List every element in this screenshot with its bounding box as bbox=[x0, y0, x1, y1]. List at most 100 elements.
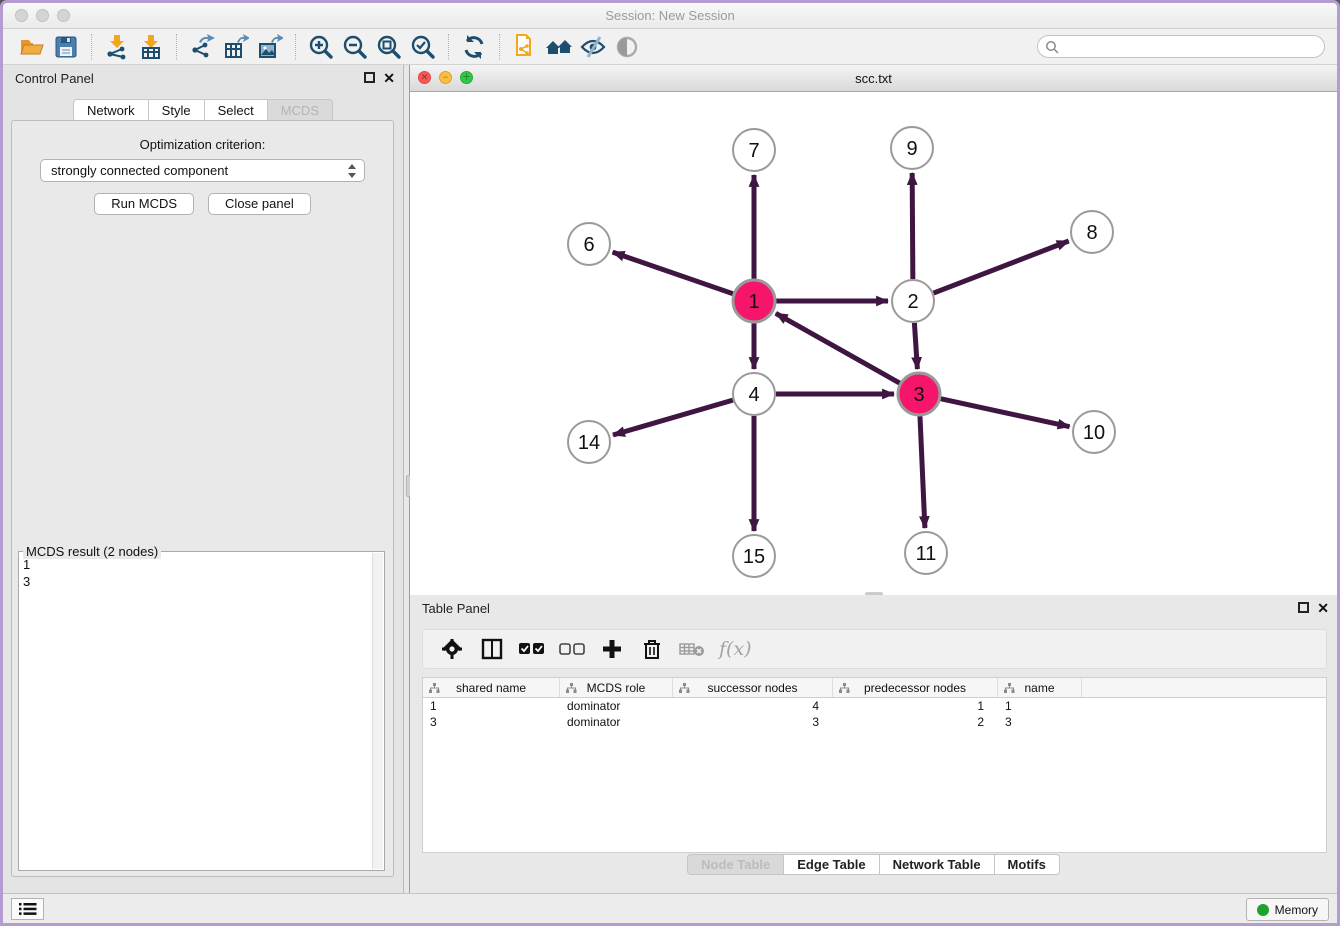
refresh-layout-icon[interactable] bbox=[457, 32, 491, 62]
show-hidden-icon[interactable] bbox=[610, 32, 644, 62]
network-window-title: scc.txt bbox=[410, 65, 1337, 91]
mcds-result-scrollbar[interactable] bbox=[372, 553, 383, 869]
zoom-fit-icon[interactable] bbox=[372, 32, 406, 62]
table-header-row: shared name MCDS role successor nodes prede… bbox=[423, 678, 1326, 698]
network-window-titlebar[interactable]: ✕ − ＋ scc.txt bbox=[410, 65, 1337, 92]
close-panel-icon[interactable]: ✕ bbox=[383, 72, 395, 84]
run-mcds-button[interactable]: Run MCDS bbox=[94, 193, 194, 215]
edge-3-1[interactable] bbox=[776, 313, 900, 383]
column-header-successor-nodes[interactable]: successor nodes bbox=[673, 678, 833, 697]
save-session-icon[interactable] bbox=[49, 32, 83, 62]
first-neighbors-icon[interactable] bbox=[542, 32, 576, 62]
delete-columns-icon[interactable] bbox=[639, 636, 665, 662]
node-label: 11 bbox=[916, 543, 937, 565]
edge-2-8[interactable] bbox=[934, 241, 1069, 293]
export-table-icon[interactable] bbox=[219, 32, 253, 62]
table-tab-edge-table[interactable]: Edge Table bbox=[784, 854, 879, 875]
memory-button[interactable]: Memory bbox=[1246, 898, 1329, 921]
column-header-predecessor-nodes[interactable]: predecessor nodes bbox=[833, 678, 998, 697]
show-column-panel-icon[interactable] bbox=[479, 636, 505, 662]
table-cell[interactable]: 1 bbox=[998, 698, 1082, 714]
task-history-button[interactable] bbox=[11, 898, 44, 920]
node-label: 14 bbox=[578, 432, 600, 454]
table-tab-motifs[interactable]: Motifs bbox=[995, 854, 1060, 875]
control-panel-tabs: NetworkStyleSelectMCDS bbox=[3, 99, 403, 122]
node-label: 10 bbox=[1083, 422, 1105, 444]
table-tab-node-table[interactable]: Node Table bbox=[687, 854, 784, 875]
column-sort-icon bbox=[839, 683, 850, 693]
close-panel-button[interactable]: Close panel bbox=[208, 193, 311, 215]
node-label: 6 bbox=[583, 234, 594, 256]
criterion-value: strongly connected component bbox=[51, 163, 228, 178]
search-input[interactable] bbox=[1059, 40, 1324, 54]
table-settings-icon[interactable] bbox=[439, 636, 465, 662]
export-network-icon[interactable] bbox=[185, 32, 219, 62]
column-header-label: MCDS role bbox=[587, 681, 646, 695]
zoom-out-icon[interactable] bbox=[338, 32, 372, 62]
mcds-result-line: 1 bbox=[23, 556, 371, 573]
table-row[interactable]: 1dominator411 bbox=[423, 698, 1326, 714]
table-cell[interactable]: 1 bbox=[423, 698, 560, 714]
table-body: 1dominator4113dominator323 bbox=[423, 698, 1326, 730]
network-view-window: ✕ − ＋ scc.txt 7968124314101511 bbox=[409, 65, 1337, 595]
zoom-in-icon[interactable] bbox=[304, 32, 338, 62]
table-tab-network-table[interactable]: Network Table bbox=[880, 854, 995, 875]
column-header-shared-name[interactable]: shared name bbox=[423, 678, 560, 697]
mcds-result-list[interactable]: 13 bbox=[23, 554, 371, 868]
close-table-panel-icon[interactable]: ✕ bbox=[1317, 602, 1329, 614]
toolbar-separator bbox=[91, 34, 92, 60]
edge-1-6[interactable] bbox=[613, 252, 734, 294]
table-panel-title: Table Panel bbox=[410, 595, 1337, 623]
network-canvas[interactable]: 7968124314101511 bbox=[410, 92, 1337, 595]
column-header-name[interactable]: name bbox=[998, 678, 1082, 697]
column-header-MCDS-role[interactable]: MCDS role bbox=[560, 678, 673, 697]
function-builder-icon: f(x) bbox=[719, 638, 752, 660]
import-network-icon[interactable] bbox=[100, 32, 134, 62]
select-all-columns-icon[interactable] bbox=[519, 636, 545, 662]
column-header-label: predecessor nodes bbox=[864, 681, 966, 695]
clone-network-icon[interactable] bbox=[508, 32, 542, 62]
optimization-criterion-label: Optimization criterion: bbox=[12, 137, 393, 152]
edge-4-14[interactable] bbox=[613, 400, 733, 435]
float-table-panel-icon[interactable] bbox=[1298, 602, 1309, 613]
node-table[interactable]: shared name MCDS role successor nodes prede… bbox=[422, 677, 1327, 853]
search-icon bbox=[1045, 40, 1059, 54]
table-cell[interactable]: 3 bbox=[673, 714, 833, 730]
add-column-icon[interactable] bbox=[599, 636, 625, 662]
node-label: 8 bbox=[1086, 222, 1097, 244]
table-cell[interactable]: 2 bbox=[833, 714, 998, 730]
node-label: 3 bbox=[913, 384, 924, 406]
import-table-icon[interactable] bbox=[134, 32, 168, 62]
mcds-tab-content: Optimization criterion: strongly connect… bbox=[11, 120, 394, 877]
edge-2-3[interactable] bbox=[914, 323, 917, 369]
table-cell[interactable]: dominator bbox=[560, 714, 673, 730]
edge-3-11[interactable] bbox=[920, 416, 925, 528]
node-label: 1 bbox=[748, 291, 759, 313]
deselect-all-columns-icon[interactable] bbox=[559, 636, 585, 662]
column-sort-icon bbox=[1004, 683, 1015, 693]
search-field[interactable] bbox=[1037, 35, 1325, 58]
export-image-icon[interactable] bbox=[253, 32, 287, 62]
toolbar-separator bbox=[176, 34, 177, 60]
control-panel: Control Panel ✕ NetworkStyleSelectMCDS O… bbox=[3, 65, 404, 893]
table-cell[interactable]: dominator bbox=[560, 698, 673, 714]
open-session-icon[interactable] bbox=[15, 32, 49, 62]
table-cell[interactable]: 4 bbox=[673, 698, 833, 714]
table-row[interactable]: 3dominator323 bbox=[423, 714, 1326, 730]
tab-select[interactable]: Select bbox=[205, 99, 268, 122]
table-cell[interactable]: 1 bbox=[833, 698, 998, 714]
status-bar: Memory bbox=[3, 893, 1337, 923]
table-cell[interactable]: 3 bbox=[998, 714, 1082, 730]
criterion-select[interactable]: strongly connected component bbox=[40, 159, 365, 182]
zoom-selected-icon[interactable] bbox=[406, 32, 440, 62]
column-sort-icon bbox=[679, 683, 690, 693]
hide-selected-icon[interactable] bbox=[576, 32, 610, 62]
tab-network[interactable]: Network bbox=[73, 99, 149, 122]
float-panel-icon[interactable] bbox=[364, 72, 375, 83]
memory-label: Memory bbox=[1275, 903, 1318, 917]
tab-mcds[interactable]: MCDS bbox=[268, 99, 333, 122]
table-cell[interactable]: 3 bbox=[423, 714, 560, 730]
edge-3-10[interactable] bbox=[940, 399, 1069, 427]
tab-style[interactable]: Style bbox=[149, 99, 205, 122]
edge-2-9[interactable] bbox=[912, 173, 913, 279]
